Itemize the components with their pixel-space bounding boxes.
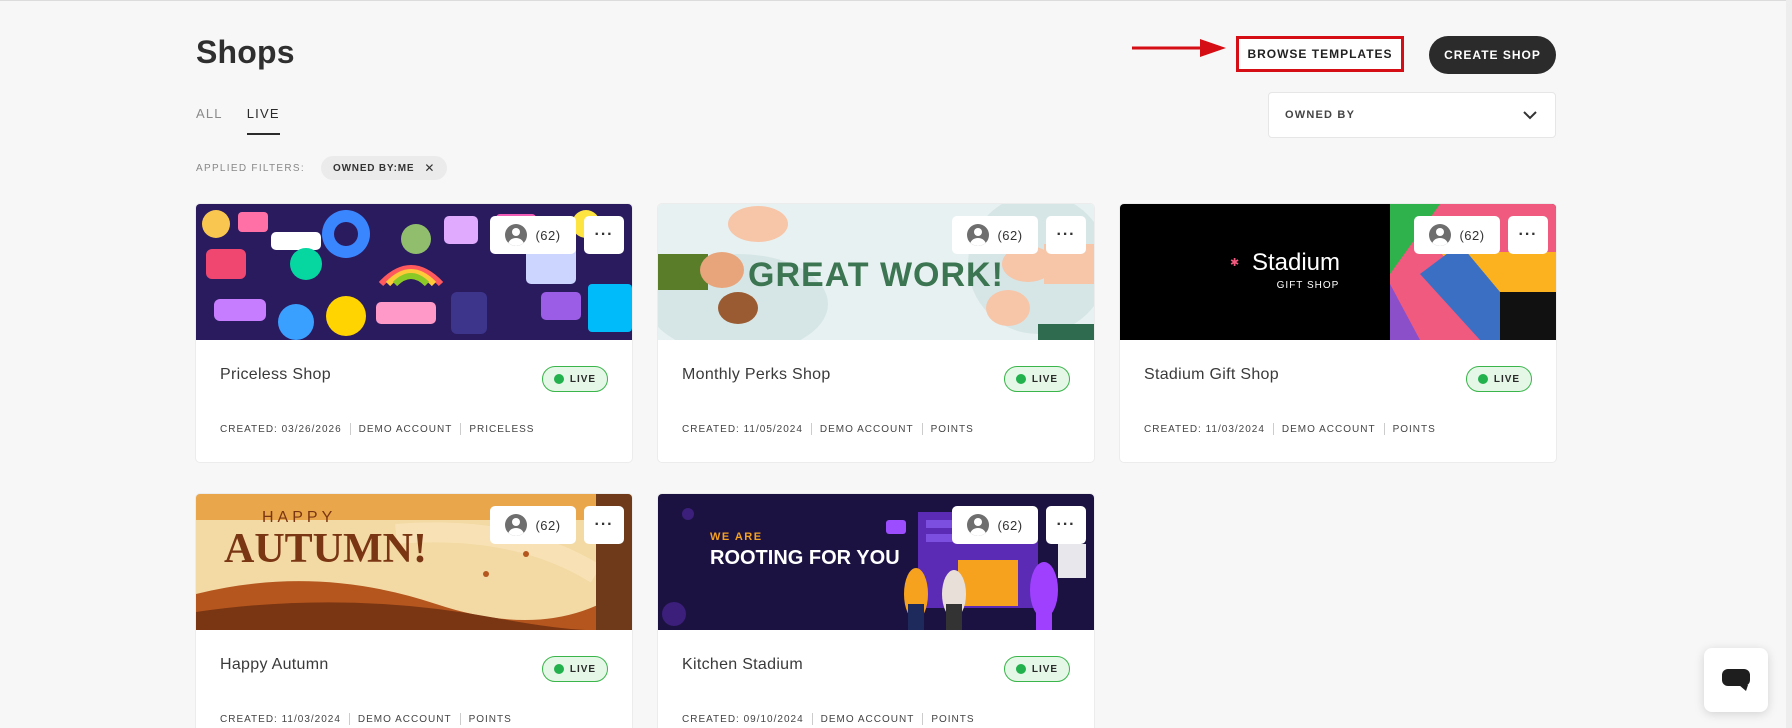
shop-name: Monthly Perks Shop	[682, 366, 831, 383]
banner-headline: GREAT WORK!	[748, 256, 1004, 294]
shop-card[interactable]: ✱ Stadium GIFT SHOP (62) ··· Stadium Gif…	[1120, 204, 1556, 462]
live-dot-icon	[553, 374, 564, 384]
status-badge: LIVE	[1004, 366, 1070, 392]
avatar-icon	[1429, 224, 1452, 246]
avatar-icon	[967, 514, 990, 536]
account-name: DEMO ACCOUNT	[1281, 423, 1376, 435]
shop-tabs: ALL LIVE	[196, 106, 280, 135]
shop-card[interactable]: (62) ··· Priceless Shop LIVE CREATED: 03…	[196, 204, 632, 462]
avatar-icon	[967, 224, 990, 246]
tab-live[interactable]: LIVE	[246, 106, 280, 135]
created-date: CREATED: 03/26/2026	[220, 423, 342, 435]
page-scrollbar[interactable]	[1786, 0, 1792, 728]
live-dot-icon	[1015, 664, 1026, 674]
shop-owners-button[interactable]: (62)	[1414, 216, 1500, 254]
red-arrow-annotation	[1132, 39, 1226, 57]
banner-subheadline: HAPPY	[262, 509, 336, 526]
shop-meta: CREATED: 03/26/2026 DEMO ACCOUNT PRICELE…	[220, 423, 534, 435]
filter-chip: OWNED BY:ME ✕	[320, 156, 448, 180]
live-dot-icon	[553, 664, 564, 674]
owned-by-dropdown[interactable]: OWNED BY	[1268, 92, 1556, 138]
avatar-icon	[505, 224, 528, 246]
create-shop-button[interactable]: CREATE SHOP	[1429, 36, 1556, 74]
remove-filter-icon[interactable]: ✕	[424, 161, 435, 175]
more-options-icon[interactable]: ···	[584, 216, 624, 254]
status-label: LIVE	[569, 373, 597, 385]
chevron-down-icon	[1523, 110, 1537, 119]
chat-icon	[1722, 669, 1750, 691]
more-options-icon[interactable]: ···	[1046, 216, 1086, 254]
currency-type: POINTS	[930, 423, 974, 435]
currency-type: PRICELESS	[469, 423, 535, 435]
account-name: DEMO ACCOUNT	[820, 713, 915, 725]
shop-name: Priceless Shop	[220, 366, 331, 383]
shop-card[interactable]: WE ARE ROOTING FOR YOU (62) ··· Kitchen …	[658, 494, 1094, 728]
owners-count: (62)	[1459, 227, 1485, 243]
shop-name: Kitchen Stadium	[682, 656, 804, 673]
svg-text:✱: ✱	[1230, 257, 1239, 269]
status-badge: LIVE	[1004, 656, 1070, 682]
account-name: DEMO ACCOUNT	[358, 423, 453, 435]
banner-subheadline: WE ARE	[710, 531, 763, 543]
shop-card[interactable]: GREAT WORK! (62) ··· Monthly Perks Shop …	[658, 204, 1094, 462]
owners-count: (62)	[535, 227, 561, 243]
created-date: CREATED: 11/03/2024	[1144, 423, 1265, 435]
shop-meta: CREATED: 11/03/2024 DEMO ACCOUNT POINTS	[220, 713, 512, 725]
shop-owners-button[interactable]: (62)	[490, 506, 576, 544]
owned-by-label: OWNED BY	[1285, 109, 1356, 121]
banner-headline: AUTUMN!	[224, 526, 427, 572]
status-badge: LIVE	[1466, 366, 1532, 392]
shop-meta: CREATED: 11/03/2024 DEMO ACCOUNT POINTS	[1144, 423, 1436, 435]
shop-owners-button[interactable]: (62)	[490, 216, 576, 254]
applied-filters: APPLIED FILTERS: OWNED BY:ME ✕	[196, 156, 448, 180]
applied-filters-label: APPLIED FILTERS:	[196, 162, 305, 174]
shop-meta: CREATED: 09/10/2024 DEMO ACCOUNT POINTS	[682, 713, 975, 725]
owners-count: (62)	[997, 227, 1023, 243]
browse-templates-button[interactable]: BROWSE TEMPLATES	[1236, 36, 1404, 72]
currency-type: POINTS	[1392, 423, 1436, 435]
shops-page: Shops BROWSE TEMPLATES CREATE SHOP ALL L…	[196, 0, 1556, 728]
currency-type: POINTS	[468, 713, 512, 725]
created-date: CREATED: 09/10/2024	[682, 713, 804, 725]
avatar-icon	[505, 514, 528, 536]
account-name: DEMO ACCOUNT	[819, 423, 914, 435]
live-dot-icon	[1015, 374, 1026, 384]
status-badge: LIVE	[542, 656, 608, 682]
created-date: CREATED: 11/05/2024	[682, 423, 803, 435]
currency-type: POINTS	[931, 713, 975, 725]
status-label: LIVE	[1031, 373, 1059, 385]
banner-subheadline: GIFT SHOP	[1277, 280, 1340, 291]
account-name: DEMO ACCOUNT	[357, 713, 452, 725]
shop-meta: CREATED: 11/05/2024 DEMO ACCOUNT POINTS	[682, 423, 974, 435]
filter-chip-label: OWNED BY:ME	[332, 162, 415, 174]
status-label: LIVE	[569, 663, 597, 675]
owners-count: (62)	[997, 517, 1023, 533]
live-dot-icon	[1477, 374, 1488, 384]
status-label: LIVE	[1493, 373, 1521, 385]
shop-owners-button[interactable]: (62)	[952, 216, 1038, 254]
tab-all[interactable]: ALL	[196, 106, 223, 135]
more-options-icon[interactable]: ···	[584, 506, 624, 544]
status-badge: LIVE	[542, 366, 608, 392]
more-options-icon[interactable]: ···	[1508, 216, 1548, 254]
owners-count: (62)	[535, 517, 561, 533]
shop-name: Stadium Gift Shop	[1144, 366, 1279, 383]
status-label: LIVE	[1031, 663, 1059, 675]
page-title: Shops	[196, 34, 295, 70]
shop-owners-button[interactable]: (62)	[952, 506, 1038, 544]
shop-card[interactable]: HAPPY AUTUMN! (62) ··· Happy Autumn LIVE…	[196, 494, 632, 728]
shop-name: Happy Autumn	[220, 656, 329, 673]
chat-launcher-button[interactable]	[1704, 648, 1768, 712]
created-date: CREATED: 11/03/2024	[220, 713, 341, 725]
banner-headline: Stadium	[1252, 249, 1340, 276]
banner-headline: ROOTING FOR YOU	[710, 547, 900, 569]
more-options-icon[interactable]: ···	[1046, 506, 1086, 544]
